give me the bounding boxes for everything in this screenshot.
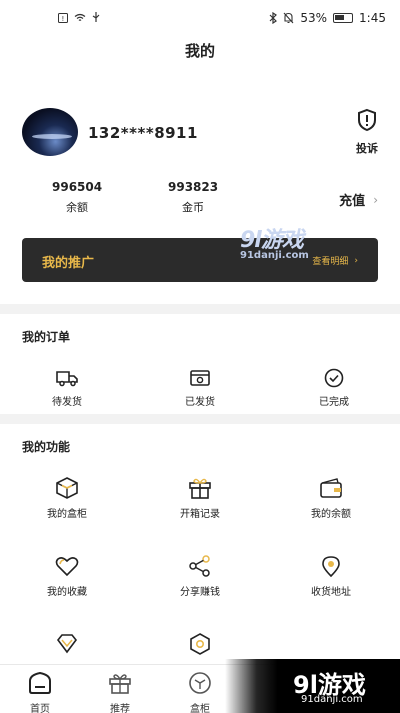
coins-stat[interactable]: 993823 金币 xyxy=(168,180,218,215)
functions-title: 我的功能 xyxy=(22,440,71,454)
heart-icon xyxy=(55,557,79,577)
order-shipped[interactable]: 已发货 xyxy=(160,368,240,408)
functions-section: 我的功能 我的盒柜 开箱记录 我的余额 我的收藏 分享赚钱 收货地址 xyxy=(0,424,400,670)
function-item-label: 我的余额 xyxy=(311,509,351,520)
chevron-right-icon: › xyxy=(373,192,378,207)
wallet-icon xyxy=(320,478,342,498)
tab-home[interactable]: 首页 xyxy=(10,671,70,713)
promotion-title: 我的推广 xyxy=(42,256,95,271)
function-item-label: 我的收藏 xyxy=(47,587,87,598)
order-item-label: 已发货 xyxy=(185,397,215,408)
function-item-label: 收货地址 xyxy=(311,587,351,598)
user-phone: 132****8911 xyxy=(88,124,198,142)
coins-label: 金币 xyxy=(182,201,205,214)
home-icon xyxy=(29,671,51,694)
recharge-label: 充值 xyxy=(339,194,366,209)
status-bar: ! 53% 1:45 xyxy=(0,0,400,36)
mute-bell-icon xyxy=(283,12,294,24)
order-pending-shipment[interactable]: 待发货 xyxy=(27,368,107,408)
complain-button[interactable]: 投诉 xyxy=(356,108,378,156)
check-circle-icon xyxy=(324,368,344,388)
balance-stat[interactable]: 996504 余额 xyxy=(52,180,102,215)
orders-title: 我的订单 xyxy=(22,330,71,344)
usb-icon xyxy=(92,12,100,22)
function-my-box-cabinet[interactable]: 我的盒柜 xyxy=(27,476,107,520)
watermark-url: 91danji.com xyxy=(301,694,363,705)
location-icon xyxy=(322,556,340,578)
tab-recommend[interactable]: 推荐 xyxy=(90,671,150,713)
function-shipping-address[interactable]: 收货地址 xyxy=(291,554,371,598)
tab-label: 推荐 xyxy=(110,704,130,713)
status-right: 53% 1:45 xyxy=(269,11,386,25)
status-left-icons: ! xyxy=(58,12,100,23)
balance-value: 996504 xyxy=(52,180,103,194)
sim-icon: ! xyxy=(58,12,68,23)
wifi-icon xyxy=(74,13,86,21)
box-cube-icon xyxy=(56,477,78,499)
truck-icon xyxy=(56,371,78,387)
function-item-label: 开箱记录 xyxy=(180,509,220,520)
function-my-favorites[interactable]: 我的收藏 xyxy=(27,554,107,598)
view-details-link[interactable]: 查看明细 › xyxy=(312,254,358,268)
share-icon xyxy=(189,555,210,577)
tab-label: 盒柜 xyxy=(190,704,210,713)
orders-section: 我的订单 待发货 已发货 已完成 xyxy=(0,314,400,414)
order-item-label: 待发货 xyxy=(52,397,82,408)
chevron-right-icon: › xyxy=(354,255,358,266)
battery-percent: 53% xyxy=(300,11,328,25)
delivery-box-icon xyxy=(190,370,210,386)
shield-alert-icon xyxy=(358,108,376,132)
gift-tab-icon xyxy=(109,674,131,694)
function-my-balance[interactable]: 我的余额 xyxy=(291,476,371,520)
diamond-icon xyxy=(56,634,78,654)
view-details-label: 查看明细 xyxy=(312,257,349,267)
hexagon-settings-icon xyxy=(190,633,210,655)
gift-icon xyxy=(189,478,211,499)
coins-value: 993823 xyxy=(168,180,219,194)
cube-tab-icon xyxy=(189,672,211,694)
balance-label: 余额 xyxy=(66,201,89,214)
svg-text:!: ! xyxy=(62,15,65,23)
order-item-label: 已完成 xyxy=(319,397,349,408)
watermark-logo-top: 9l游戏 91danji.com xyxy=(240,228,309,261)
recharge-button[interactable]: 充值 › xyxy=(339,190,378,210)
battery-icon xyxy=(333,13,354,23)
function-item-label: 我的盒柜 xyxy=(47,509,87,520)
function-unbox-history[interactable]: 开箱记录 xyxy=(160,476,240,520)
function-share-earn[interactable]: 分享赚钱 xyxy=(160,554,240,598)
watermark-url-top: 91danji.com xyxy=(240,250,309,261)
avatar[interactable] xyxy=(22,108,78,156)
order-completed[interactable]: 已完成 xyxy=(294,368,374,408)
promotion-banner[interactable]: 我的推广 查看明细 › xyxy=(22,238,378,282)
tab-box-cabinet[interactable]: 盒柜 xyxy=(170,671,230,713)
complain-label: 投诉 xyxy=(356,142,378,155)
page-title: 我的 xyxy=(0,36,400,72)
clock: 1:45 xyxy=(359,11,386,25)
bluetooth-icon xyxy=(269,12,278,24)
tab-label: 首页 xyxy=(30,704,50,713)
function-item-label: 分享赚钱 xyxy=(180,587,220,598)
profile-card: 132****8911 投诉 996504 余额 993823 金币 充值 › … xyxy=(0,72,400,304)
watermark-badge: 9l游戏 91danji.com xyxy=(225,659,400,713)
